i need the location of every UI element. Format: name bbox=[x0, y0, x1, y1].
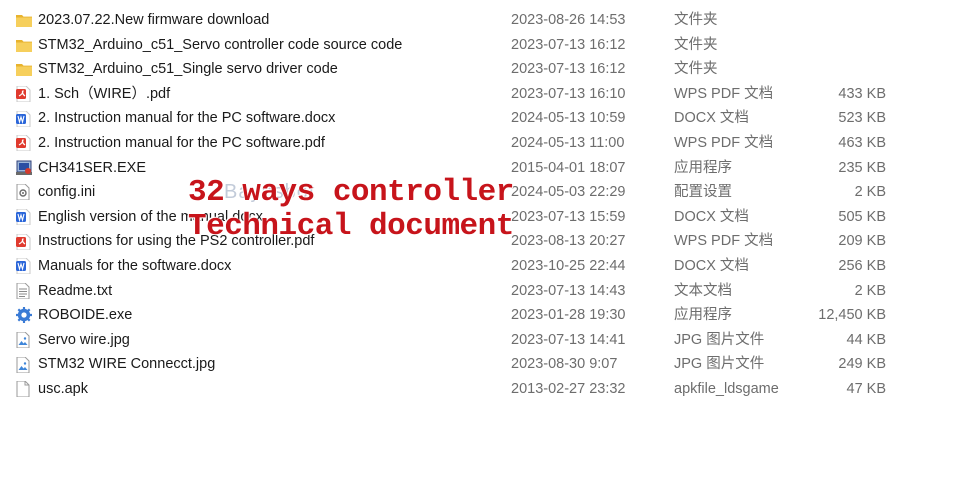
file-date: 2023-07-13 16:10 bbox=[511, 85, 626, 102]
file-name: 2. Instruction manual for the PC softwar… bbox=[38, 134, 325, 151]
file-name: STM32_Arduino_c51_Servo controller code … bbox=[38, 36, 403, 53]
file-date: 2023-07-13 14:43 bbox=[511, 282, 626, 299]
overlay-line-1: 32 ways controller bbox=[188, 175, 514, 210]
file-name: 2. Instruction manual for the PC softwar… bbox=[38, 110, 336, 127]
file-size: 2 KB bbox=[854, 184, 886, 201]
file-date: 2023-07-13 16:12 bbox=[511, 61, 626, 78]
file-size: 433 KB bbox=[838, 85, 886, 102]
file-row[interactable]: STM32_Arduino_c51_Servo controller code … bbox=[0, 33, 960, 58]
word-icon bbox=[16, 254, 32, 279]
file-type: DOCX 文档 bbox=[674, 257, 749, 274]
installer-icon bbox=[16, 156, 32, 181]
file-name: Manuals for the software.docx bbox=[38, 257, 232, 274]
file-name: config.ini bbox=[38, 184, 96, 201]
file-type: JPG 图片文件 bbox=[674, 331, 765, 348]
file-type: 文件夹 bbox=[674, 36, 718, 53]
file-row[interactable]: usc.apk 2013-02-27 23:32 apkfile_ldsgame 47… bbox=[0, 377, 960, 402]
file-size: 47 KB bbox=[846, 380, 887, 397]
file-row[interactable]: 2. Instruction manual for the PC softwar… bbox=[0, 106, 960, 131]
file-size: 44 KB bbox=[846, 331, 887, 348]
file-type: apkfile_ldsgame bbox=[674, 380, 779, 397]
file-name: CH341SER.EXE bbox=[38, 159, 146, 176]
file-name: 1. Sch（WIRE）.pdf bbox=[38, 85, 171, 102]
pdf-icon bbox=[16, 82, 32, 107]
file-row[interactable]: 1. Sch（WIRE）.pdf 2023-07-13 16:10 WPS PDF … bbox=[0, 82, 960, 107]
file-type: DOCX 文档 bbox=[674, 110, 749, 127]
file-type: WPS PDF 文档 bbox=[674, 233, 774, 250]
text-file-icon bbox=[16, 279, 32, 304]
file-type: WPS PDF 文档 bbox=[674, 134, 774, 151]
file-size: 249 KB bbox=[838, 356, 886, 373]
file-type: WPS PDF 文档 bbox=[674, 85, 774, 102]
file-row[interactable]: 2023.07.22.New firmware download 2023-08-… bbox=[0, 8, 960, 33]
file-type: 应用程序 bbox=[674, 307, 732, 324]
word-icon bbox=[16, 106, 32, 131]
file-row[interactable]: STM32 WIRE Connecct.jpg 2023-08-30 9:07 JP… bbox=[0, 352, 960, 377]
overlay-caption: 32 ways controller Technical document bbox=[188, 176, 514, 244]
file-type: JPG 图片文件 bbox=[674, 356, 765, 373]
file-row[interactable]: STM32_Arduino_c51_Single servo driver co… bbox=[0, 57, 960, 82]
file-type: 配置设置 bbox=[674, 184, 732, 201]
file-row[interactable]: Manuals for the software.docx 2023-10-25 … bbox=[0, 254, 960, 279]
file-name: usc.apk bbox=[38, 380, 88, 397]
app-gear-icon bbox=[16, 303, 32, 328]
overlay-line-2: Technical document bbox=[188, 209, 514, 244]
file-date: 2023-07-13 16:12 bbox=[511, 36, 626, 53]
file-size: 209 KB bbox=[838, 233, 886, 250]
file-size: 505 KB bbox=[838, 208, 886, 225]
file-date: 2015-04-01 18:07 bbox=[511, 159, 626, 176]
folder-icon bbox=[16, 33, 32, 58]
file-date: 2023-07-13 14:41 bbox=[511, 331, 626, 348]
file-type: 文件夹 bbox=[674, 12, 718, 28]
file-date: 2023-08-13 20:27 bbox=[511, 233, 626, 250]
file-name: Readme.txt bbox=[38, 282, 113, 299]
file-type: 文本文档 bbox=[674, 282, 732, 299]
image-file-icon bbox=[16, 352, 32, 377]
file-size: 2 KB bbox=[854, 282, 886, 299]
folder-icon bbox=[16, 8, 32, 33]
file-date: 2023-10-25 22:44 bbox=[511, 257, 626, 274]
file-date: 2013-02-27 23:32 bbox=[511, 380, 626, 397]
file-date: 2024-05-03 22:29 bbox=[511, 184, 626, 201]
pdf-icon bbox=[16, 131, 32, 156]
file-row[interactable]: 2. Instruction manual for the PC softwar… bbox=[0, 131, 960, 156]
file-name: Servo wire.jpg bbox=[38, 331, 130, 348]
file-date: 2023-08-30 9:07 bbox=[511, 356, 618, 373]
file-date: 2023-07-13 15:59 bbox=[511, 208, 626, 225]
file-date: 2024-05-13 11:00 bbox=[511, 134, 625, 151]
config-file-icon bbox=[16, 180, 32, 205]
file-row[interactable]: Readme.txt 2023-07-13 14:43 文本文档 2 KB bbox=[0, 279, 960, 304]
file-type: DOCX 文档 bbox=[674, 208, 749, 225]
file-name: STM32 WIRE Connecct.jpg bbox=[38, 356, 216, 373]
blank-file-icon bbox=[16, 377, 32, 402]
file-type: 应用程序 bbox=[674, 159, 732, 176]
file-size: 463 KB bbox=[838, 134, 886, 151]
file-type: 文件夹 bbox=[674, 61, 718, 78]
file-date: 2023-08-26 14:53 bbox=[511, 12, 626, 28]
file-size: 235 KB bbox=[838, 159, 886, 176]
word-icon bbox=[16, 205, 32, 230]
file-date: 2024-05-13 10:59 bbox=[511, 110, 626, 127]
file-size: 12,450 KB bbox=[818, 307, 886, 324]
folder-icon bbox=[16, 57, 32, 82]
image-file-icon bbox=[16, 328, 32, 353]
file-name: STM32_Arduino_c51_Single servo driver co… bbox=[38, 61, 338, 78]
file-row[interactable]: Servo wire.jpg 2023-07-13 14:41 JPG 图片文件 44… bbox=[0, 328, 960, 353]
file-name: ROBOIDE.exe bbox=[38, 307, 133, 324]
pdf-icon bbox=[16, 229, 32, 254]
file-name: 2023.07.22.New firmware download bbox=[38, 12, 270, 28]
file-size: 523 KB bbox=[838, 110, 886, 127]
file-size: 256 KB bbox=[838, 257, 886, 274]
file-row[interactable]: ROBOIDE.exe 2023-01-28 19:30 应用程序 12,450 KB bbox=[0, 303, 960, 328]
file-date: 2023-01-28 19:30 bbox=[511, 307, 626, 324]
